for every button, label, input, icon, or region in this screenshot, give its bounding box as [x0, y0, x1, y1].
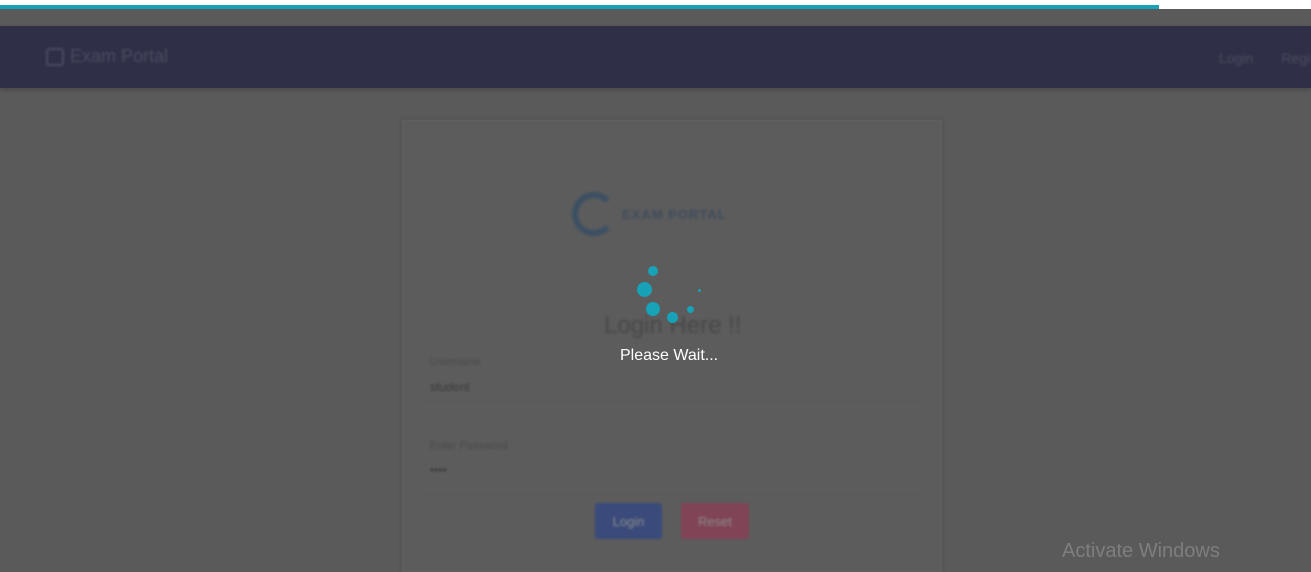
reset-button[interactable]: Reset — [681, 503, 749, 539]
spinner-dot — [646, 302, 660, 316]
logo-icon — [572, 192, 616, 236]
nav-login-link[interactable]: Login — [1219, 50, 1253, 66]
spinner-dot — [698, 289, 701, 292]
loading-spinner — [618, 262, 728, 332]
password-field[interactable]: •••• — [418, 453, 924, 489]
password-value: •••• — [430, 463, 447, 477]
portal-icon — [46, 47, 64, 66]
nav-register-link[interactable]: Regist — [1281, 50, 1311, 66]
page-load-progress-fill — [0, 5, 1159, 9]
top-navbar: Exam Portal Login Regist — [0, 26, 1311, 88]
page-load-progress-track — [0, 0, 1311, 9]
navbar-links: Login Regist — [1219, 50, 1311, 66]
username-value: student — [430, 380, 470, 394]
login-button[interactable]: Login — [595, 503, 662, 539]
spinner-dot — [667, 312, 678, 323]
navbar-brand[interactable]: Exam Portal — [46, 46, 168, 67]
spinner-dot — [637, 282, 652, 297]
login-card — [402, 120, 942, 572]
logo-title: EXAM PORTAL — [622, 206, 727, 222]
activate-windows-watermark: Activate Windows — [1062, 540, 1220, 562]
password-label: Enter Password — [430, 440, 508, 452]
brand-label: Exam Portal — [70, 46, 169, 66]
please-wait-message: Please Wait... — [620, 347, 719, 364]
username-label: Username — [430, 356, 481, 368]
exam-portal-logo: EXAM PORTAL — [572, 192, 727, 236]
spinner-dot — [687, 306, 694, 313]
username-field[interactable]: student — [418, 370, 924, 406]
spinner-dot — [648, 266, 658, 276]
